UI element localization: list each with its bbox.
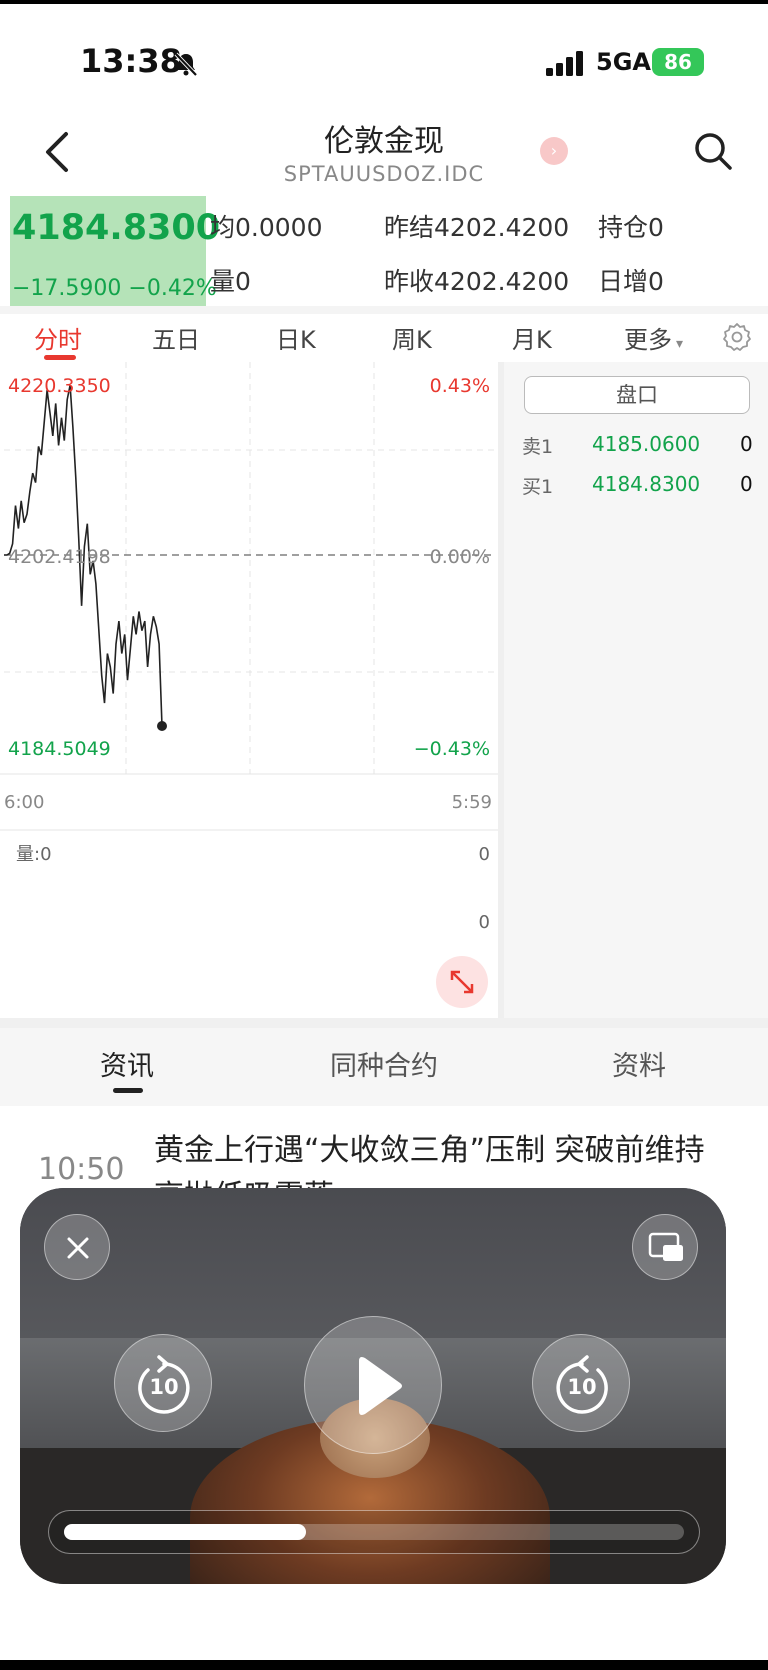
open-interest-stat: 持仓0 bbox=[598, 208, 664, 244]
prev-close-value: 4202.4200 bbox=[434, 267, 570, 296]
open-interest-value: 0 bbox=[648, 213, 664, 242]
pct-mid-label: 0.00% bbox=[430, 546, 490, 568]
prev-settle-label: 昨结 bbox=[384, 213, 435, 242]
daily-increase-value: 0 bbox=[648, 267, 664, 296]
tab-profile[interactable]: 资料 bbox=[612, 1044, 666, 1083]
progress-fill[interactable] bbox=[64, 1524, 306, 1540]
daily-increase-stat: 日增0 bbox=[598, 262, 664, 298]
rewind-icon: 10 bbox=[138, 1355, 190, 1414]
x-start-label: 6:00 bbox=[4, 792, 44, 813]
order-book-panel bbox=[504, 362, 768, 1018]
y-min-label: 4184.5049 bbox=[8, 738, 111, 760]
screen-top-border bbox=[0, 0, 768, 4]
volume-axis-label: 量:0 bbox=[16, 844, 52, 865]
close-icon bbox=[67, 1237, 89, 1259]
avg-stat: 均0.0000 bbox=[210, 208, 323, 244]
x-end-label: 5:59 bbox=[452, 792, 492, 813]
tab-intraday[interactable]: 分时 bbox=[34, 320, 82, 355]
picture-in-picture-icon bbox=[648, 1232, 683, 1261]
sell-1-price: 4185.0600 bbox=[592, 432, 701, 456]
tab-active-indicator bbox=[44, 355, 76, 360]
pct-max-label: 0.43% bbox=[430, 375, 490, 397]
news-time: 10:50 bbox=[38, 1152, 125, 1187]
muted-bell-icon bbox=[174, 52, 198, 77]
pct-min-label: −0.43% bbox=[414, 738, 490, 760]
prev-settle-stat: 昨结4202.4200 bbox=[384, 208, 569, 244]
cellular-signal-icon bbox=[546, 51, 583, 76]
tab-five-day[interactable]: 五日 bbox=[152, 320, 200, 355]
tab-more[interactable]: 更多 ▾ bbox=[624, 320, 683, 355]
skip-back-button[interactable]: 10 bbox=[114, 1334, 212, 1432]
y-mid-label: 4202.4198 bbox=[8, 546, 111, 568]
play-icon bbox=[359, 1357, 402, 1415]
caret-down-icon: ▾ bbox=[676, 336, 684, 352]
buy-1-price: 4184.8300 bbox=[592, 472, 701, 496]
screen-bottom-border bbox=[0, 1660, 768, 1670]
volume-stat: 量0 bbox=[210, 262, 251, 298]
picture-in-picture-button[interactable] bbox=[632, 1214, 698, 1280]
tab-monthly-k[interactable]: 月K bbox=[512, 320, 552, 355]
prev-close-stat: 昨收4202.4200 bbox=[384, 262, 569, 298]
volume-top-label: 0 bbox=[479, 844, 490, 865]
battery-indicator: 86 bbox=[652, 48, 704, 76]
avg-value: 0.0000 bbox=[235, 213, 323, 242]
close-video-button[interactable] bbox=[44, 1214, 110, 1280]
expand-icon[interactable] bbox=[436, 956, 488, 1008]
sell-1-label: 卖1 bbox=[522, 436, 554, 458]
skip-back-label: 10 bbox=[149, 1375, 178, 1399]
price-change: −17.5900 −0.42% bbox=[12, 276, 217, 301]
divider bbox=[0, 306, 768, 314]
section-divider bbox=[0, 1018, 768, 1028]
order-book-button[interactable]: 盘口 bbox=[524, 376, 750, 414]
volume-value: 0 bbox=[235, 267, 251, 296]
skip-forward-button[interactable]: 10 bbox=[532, 1334, 630, 1432]
avg-label: 均 bbox=[210, 213, 236, 242]
news-tab-active-indicator bbox=[113, 1088, 143, 1093]
tab-weekly-k[interactable]: 周K bbox=[392, 320, 432, 355]
intraday-chart[interactable]: 4220.3350 0.43% 4202.4198 0.00% 4184.504… bbox=[0, 362, 498, 1018]
chevron-right-icon[interactable]: › bbox=[540, 137, 568, 165]
last-price-dot bbox=[157, 721, 167, 731]
status-time: 13:38 bbox=[80, 42, 182, 80]
tab-same-contracts[interactable]: 同种合约 bbox=[330, 1044, 438, 1083]
last-price: 4184.8300 bbox=[12, 208, 221, 248]
symbol-code: SPTAUUSDOZ.IDC bbox=[283, 162, 485, 186]
search-icon[interactable] bbox=[692, 130, 734, 172]
network-type: 5GA bbox=[596, 48, 651, 76]
buy-1-qty: 0 bbox=[740, 472, 753, 496]
prev-settle-value: 4202.4200 bbox=[434, 213, 570, 242]
skip-forward-label: 10 bbox=[567, 1375, 596, 1399]
buy-1-label: 买1 bbox=[522, 476, 554, 498]
volume-label: 量 bbox=[210, 267, 236, 296]
tab-news[interactable]: 资讯 bbox=[100, 1044, 154, 1083]
volume-bottom-label: 0 bbox=[479, 912, 490, 933]
page-title: 伦敦金现 bbox=[324, 124, 444, 159]
open-interest-label: 持仓 bbox=[598, 213, 649, 242]
play-button[interactable] bbox=[304, 1316, 442, 1454]
sell-1-qty: 0 bbox=[740, 432, 753, 456]
tab-more-label: 更多 bbox=[624, 326, 672, 354]
tab-daily-k[interactable]: 日K bbox=[276, 320, 316, 355]
fast-forward-icon: 10 bbox=[556, 1355, 608, 1414]
floating-video-player[interactable]: 10 10 bbox=[20, 1188, 726, 1584]
daily-increase-label: 日增 bbox=[598, 267, 649, 296]
y-max-label: 4220.3350 bbox=[8, 375, 111, 397]
gear-icon[interactable] bbox=[722, 322, 752, 352]
prev-close-label: 昨收 bbox=[384, 267, 435, 296]
